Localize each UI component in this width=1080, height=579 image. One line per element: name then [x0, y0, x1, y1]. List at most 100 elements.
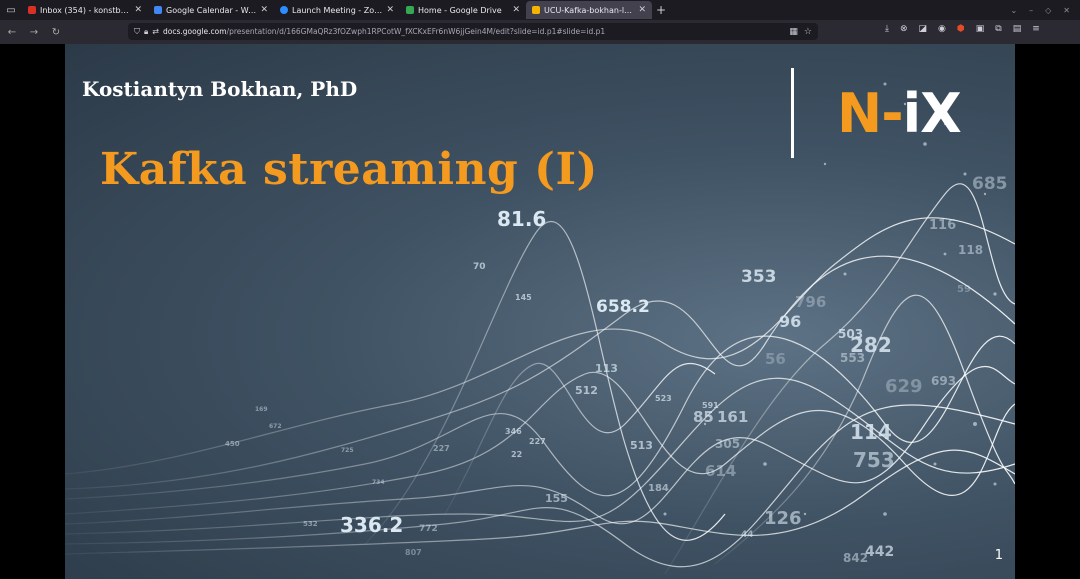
wave-lines [65, 183, 1015, 575]
bg-number: 116 [929, 218, 956, 233]
bg-number: 305 [715, 437, 740, 451]
bg-number: 513 [630, 439, 653, 452]
tab-slides[interactable]: UCU-Kafka-bokhan-lesson- ✕ [526, 1, 652, 19]
close-tab-icon[interactable]: ✕ [260, 5, 268, 15]
zoom-icon [280, 6, 288, 14]
close-tab-icon[interactable]: ✕ [638, 5, 646, 15]
bg-number: 126 [764, 508, 802, 529]
bg-number: 614 [705, 462, 736, 480]
toolbar-icons: ⤓ ⊗ ◪ ◉ ⬢ ▣ ⧉ ▤ ≡ [885, 24, 1040, 34]
tab-overflow-icon[interactable]: ⌄ [1010, 6, 1017, 15]
bg-number: 227 [433, 444, 450, 453]
slide-author: Kostiantyn Bokhan, PhD [82, 77, 358, 101]
bg-number: 169 [255, 406, 268, 413]
tab-inbox[interactable]: Inbox (354) - konstboh@gr ✕ [22, 1, 148, 19]
forward-icon[interactable]: → [24, 22, 44, 42]
bg-number: 22 [511, 450, 522, 459]
bg-number: 184 [648, 483, 669, 494]
bg-number: 442 [865, 544, 894, 560]
minimize-icon[interactable]: – [1029, 6, 1033, 15]
tab-list-icon[interactable]: ▭ [0, 0, 22, 20]
extension-grid-icon[interactable]: ▦ [789, 27, 798, 37]
tab-zoom[interactable]: Launch Meeting - Zoom ✕ [274, 1, 400, 19]
bg-number: 591 [702, 401, 719, 410]
bg-number: 353 [741, 267, 777, 287]
tab-calendar[interactable]: Google Calendar - Week of ✕ [148, 1, 274, 19]
slide[interactable]: 81.6 658.2 353 96 282 114 753 336.2 126 … [65, 44, 1015, 579]
gmail-icon [28, 6, 36, 14]
url-path: /presentation/d/166GMaQRz3fOZwph1RPCotW_… [226, 27, 606, 36]
puzzle-icon[interactable]: ◪ [919, 24, 928, 34]
bg-number: 658.2 [596, 297, 650, 317]
background-numbers: 81.6 658.2 353 96 282 114 753 336.2 126 … [225, 174, 1008, 565]
bg-number: 44 [741, 530, 754, 540]
close-window-icon[interactable]: ✕ [1063, 6, 1070, 15]
shield-icon[interactable]: ⛉ [134, 27, 140, 37]
bg-number: 725 [341, 447, 354, 454]
bg-number: 532 [303, 520, 318, 528]
lock-icon[interactable]: 🔒︎ [144, 27, 148, 37]
bg-number: 629 [885, 376, 923, 397]
bg-number: 85 [693, 408, 714, 426]
maximize-icon[interactable]: ◇ [1045, 6, 1051, 15]
new-tab-button[interactable]: + [656, 3, 666, 17]
url-host: docs.google.com [162, 27, 227, 36]
slide-page-number: 1 [994, 548, 1003, 563]
bg-number: 807 [405, 548, 422, 557]
bg-number: 734 [372, 479, 385, 486]
tab-label: Google Calendar - Week of [166, 5, 256, 15]
tab-drive[interactable]: Home - Google Drive ✕ [400, 1, 526, 19]
tab-strip: ▭ Inbox (354) - konstboh@gr ✕ Google Cal… [0, 0, 1080, 20]
bg-number: 685 [972, 174, 1008, 194]
close-tab-icon[interactable]: ✕ [512, 5, 520, 15]
close-tab-icon[interactable]: ✕ [386, 5, 394, 15]
bg-number: 155 [545, 492, 568, 505]
privacy-icon[interactable]: ◉ [938, 24, 946, 34]
bg-number: 161 [717, 408, 748, 426]
bg-number: 772 [419, 524, 438, 534]
bg-number: 113 [595, 362, 618, 375]
tab-label: UCU-Kafka-bokhan-lesson- [544, 5, 634, 15]
sidebar-icon[interactable]: ▤ [1013, 24, 1022, 34]
bg-number: 512 [575, 384, 598, 397]
bg-number: 145 [515, 293, 532, 302]
close-tab-icon[interactable]: ✕ [134, 5, 142, 15]
bg-number: 336.2 [340, 513, 403, 537]
bg-number: 227 [529, 437, 546, 446]
window-controls: ⌄ – ◇ ✕ [1010, 6, 1080, 15]
bg-number: 842 [843, 551, 868, 565]
menu-icon[interactable]: ≡ [1032, 24, 1040, 34]
sync-icon[interactable]: ⧉ [995, 24, 1001, 34]
bg-number: 503 [838, 327, 863, 341]
ublock-icon[interactable]: ⬢ [957, 24, 965, 34]
bg-number: 693 [931, 374, 956, 388]
container-icon[interactable]: ▣ [976, 24, 985, 34]
bg-number: 450 [225, 440, 240, 448]
bg-number: 796 [795, 293, 826, 311]
n-ix-logo: N-iX [837, 82, 962, 145]
presentation-stage: 81.6 658.2 353 96 282 114 753 336.2 126 … [0, 44, 1080, 579]
download-icon[interactable]: ⤓ [885, 24, 889, 34]
bg-number: 81.6 [497, 207, 546, 231]
bg-number: 346 [505, 427, 522, 436]
bg-number: 96 [779, 312, 801, 331]
reload-icon[interactable]: ↻ [46, 22, 66, 42]
slides-icon [532, 6, 540, 14]
bg-number: 753 [853, 448, 895, 472]
extension-icon[interactable]: ⊗ [900, 24, 908, 34]
bg-number: 56 [765, 350, 786, 368]
drive-icon [406, 6, 414, 14]
tab-label: Home - Google Drive [418, 5, 502, 15]
bg-number: 672 [269, 423, 282, 430]
bg-number: 59 [957, 284, 971, 295]
bg-number: 70 [473, 262, 486, 272]
bg-number: 553 [840, 351, 865, 365]
bookmark-star-icon[interactable]: ☆ [804, 27, 812, 37]
calendar-icon [154, 6, 162, 14]
slide-title: Kafka streaming (I) [100, 144, 598, 195]
back-icon[interactable]: ← [2, 22, 22, 42]
permissions-icon[interactable]: ⇄ [152, 27, 159, 36]
tab-label: Launch Meeting - Zoom [292, 5, 383, 15]
url-bar[interactable]: ⛉ 🔒︎ ⇄ docs.google.com/presentation/d/16… [128, 23, 818, 40]
bg-number: 114 [850, 420, 892, 444]
